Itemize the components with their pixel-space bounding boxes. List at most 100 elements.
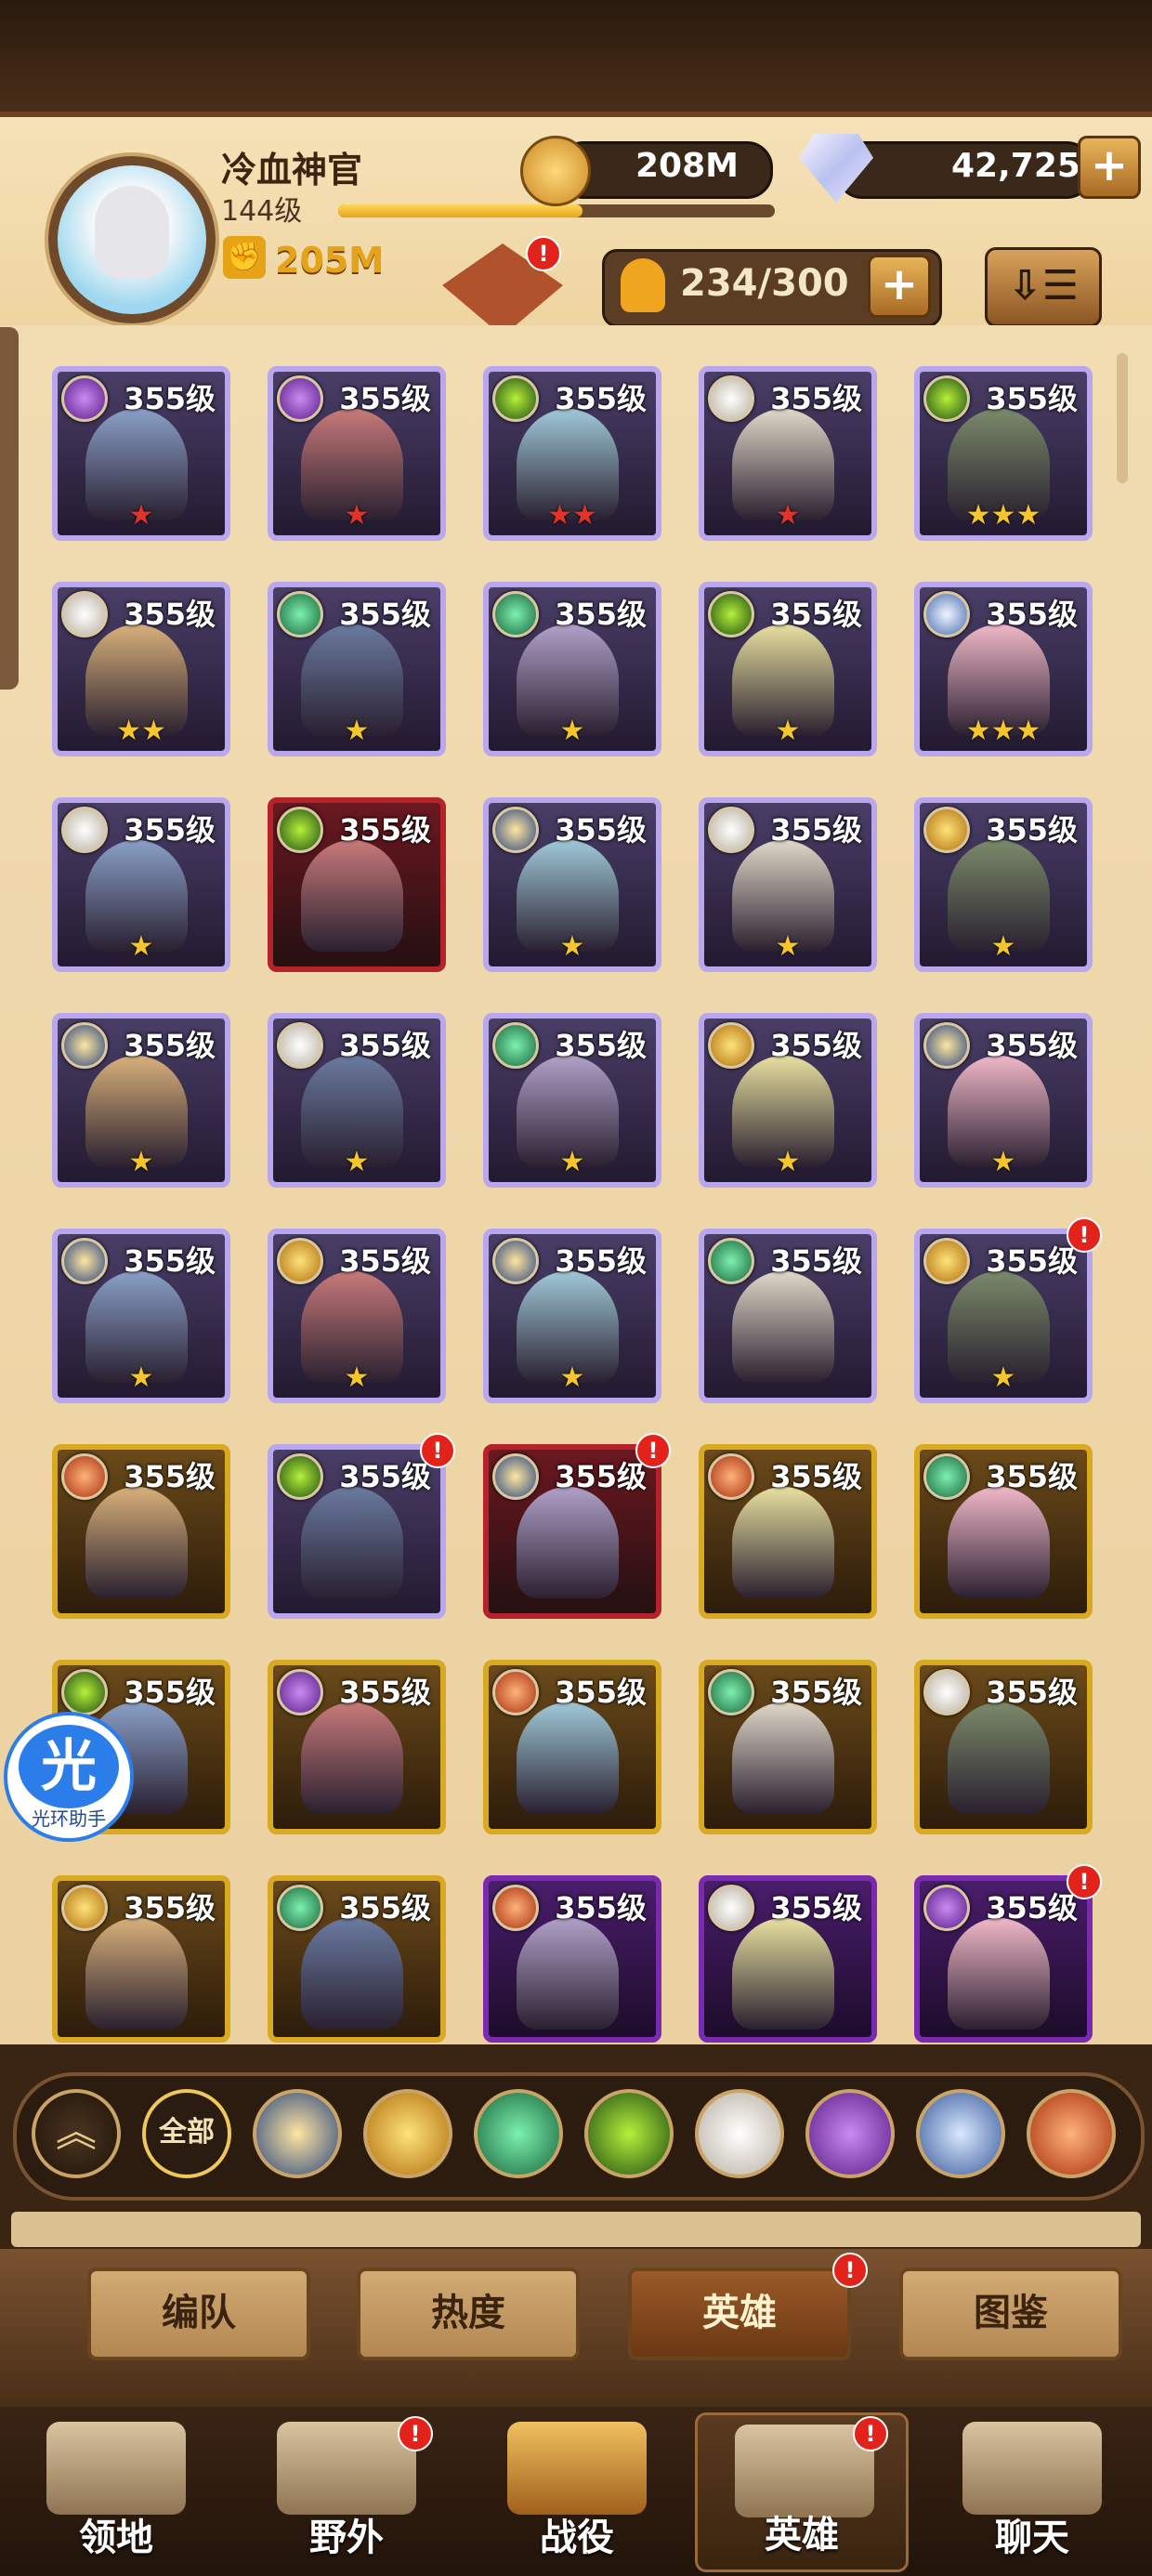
faction-icon xyxy=(492,1022,539,1069)
hero-card[interactable]: 355级 ★ xyxy=(268,1013,446,1188)
player-level: 144级 xyxy=(221,195,303,228)
sub-tab-4[interactable]: 图鉴 xyxy=(899,2267,1122,2360)
side-drawer-handle[interactable] xyxy=(0,327,19,690)
hero-card[interactable]: 355级 ★★★ xyxy=(914,582,1093,756)
hero-card[interactable]: 355级 xyxy=(268,1660,446,1834)
nav-item-3[interactable]: 战役 xyxy=(470,2412,684,2572)
hero-card[interactable]: 355级 ★★ xyxy=(483,366,661,541)
hero-card[interactable]: 355级 ★ xyxy=(699,797,877,972)
sort-button[interactable]: ⇩☰ xyxy=(985,247,1102,327)
experience-bar-fill xyxy=(338,204,583,217)
hero-card[interactable]: 355级 ★ xyxy=(483,797,661,972)
hero-card[interactable]: 355级 ★ xyxy=(914,797,1093,972)
hero-level: 355级 xyxy=(770,1459,862,1494)
mauler-icon[interactable] xyxy=(363,2089,452,2178)
hero-stars: ★★ xyxy=(116,715,166,747)
hero-level: 355级 xyxy=(555,1675,647,1710)
hero-card[interactable]: 355级 xyxy=(483,1875,661,2043)
hero-stars: ★★★ xyxy=(965,715,1041,747)
combat-power: 205M xyxy=(275,240,385,281)
hero-card[interactable]: 355级 xyxy=(699,1875,877,2043)
hero-card[interactable]: 355级 xyxy=(914,1660,1093,1834)
hero-card[interactable]: 355级 xyxy=(483,1660,661,1834)
hero-card[interactable]: 355级 xyxy=(52,1875,230,2043)
faction-icon xyxy=(708,591,754,637)
nav-item-5[interactable]: 聊天 xyxy=(925,2412,1139,2572)
faction-icon xyxy=(492,1453,539,1500)
hero-card[interactable]: 355级 xyxy=(268,1444,446,1619)
hero-stars: ★ xyxy=(990,930,1016,963)
flame-icon[interactable] xyxy=(1027,2089,1116,2178)
hero-stars: ★★★ xyxy=(965,499,1041,532)
faction-icon xyxy=(492,1238,539,1284)
hero-card[interactable]: 355级 ★★★ xyxy=(914,366,1093,541)
hero-card[interactable]: 355级 xyxy=(52,1444,230,1619)
hero-stars: ★ xyxy=(344,1146,370,1178)
rank-up-icon[interactable]: ︽ xyxy=(32,2089,121,2178)
hero-card[interactable]: 355级 ★ xyxy=(699,582,877,756)
hero-card[interactable]: 355级 xyxy=(699,1229,877,1403)
faction-icon xyxy=(708,375,754,422)
hero-card[interactable]: 355级 ★ xyxy=(52,1229,230,1403)
hero-level: 355级 xyxy=(770,1028,862,1063)
hero-card[interactable]: 355级 xyxy=(914,1444,1093,1619)
hero-card[interactable]: 355级 xyxy=(699,1444,877,1619)
add-diamonds-button[interactable]: + xyxy=(1078,136,1141,199)
hero-card[interactable]: 355级 xyxy=(268,1875,446,2043)
hero-portrait xyxy=(517,1487,619,1598)
hero-card[interactable]: 355级 ★ xyxy=(699,1013,877,1188)
hero-level: 355级 xyxy=(339,1028,431,1063)
hero-stars: ★ xyxy=(128,930,154,963)
hero-card[interactable]: 355级 ★ xyxy=(52,1013,230,1188)
filter-all-button[interactable]: 全部 xyxy=(142,2089,231,2178)
grid-scrollbar[interactable] xyxy=(1117,353,1128,483)
sub-tab-3[interactable]: 英雄 xyxy=(628,2267,851,2360)
hero-card[interactable]: 355级 ★ xyxy=(914,1013,1093,1188)
fist-power-icon: ✊ xyxy=(223,236,266,279)
hero-card[interactable]: 355级 ★ xyxy=(268,582,446,756)
floating-assistant-button[interactable]: 光 光环助手 xyxy=(4,1712,134,1842)
faction-icon xyxy=(61,591,108,637)
hero-level: 355级 xyxy=(339,812,431,848)
hero-card[interactable]: 355级 xyxy=(483,1444,661,1619)
hero-card[interactable]: 355级 ★ xyxy=(268,366,446,541)
hero-card[interactable]: 355级 xyxy=(268,797,446,972)
sub-tab-1[interactable]: 编队 xyxy=(87,2267,310,2360)
sub-tab-2[interactable]: 热度 xyxy=(357,2267,580,2360)
hero-card[interactable]: 355级 ★ xyxy=(483,1229,661,1403)
nav-item-1[interactable]: 领地 xyxy=(9,2412,223,2572)
hypogean-icon[interactable] xyxy=(805,2089,895,2178)
hero-portrait xyxy=(948,1702,1050,1814)
hero-level: 355级 xyxy=(339,1675,431,1710)
player-avatar[interactable] xyxy=(48,156,216,323)
wilder-icon[interactable] xyxy=(474,2089,563,2178)
dimensional-icon[interactable] xyxy=(916,2089,1005,2178)
hero-card[interactable]: 355级 ★★ xyxy=(52,582,230,756)
graveborn-icon[interactable] xyxy=(584,2089,674,2178)
hero-count: 234/300 xyxy=(680,262,849,305)
hero-portrait xyxy=(732,1271,834,1383)
hero-stars: ★ xyxy=(775,1146,801,1178)
hero-card[interactable]: 355级 ★ xyxy=(914,1229,1093,1403)
faction-icon xyxy=(277,1022,323,1069)
hero-card[interactable]: 355级 ★ xyxy=(268,1229,446,1403)
hero-card[interactable]: 355级 ★ xyxy=(52,797,230,972)
hero-level: 355级 xyxy=(555,1028,647,1063)
hero-card[interactable]: 355级 ★ xyxy=(483,1013,661,1188)
hero-level: 355级 xyxy=(555,812,647,848)
emblem-alert-badge: ! xyxy=(526,236,561,271)
hero-card[interactable]: 355级 ★ xyxy=(483,582,661,756)
gold-amount: 208M xyxy=(635,147,739,185)
hero-card[interactable]: 355级 xyxy=(699,1660,877,1834)
celestial-icon[interactable] xyxy=(695,2089,784,2178)
lightbearer-icon[interactable] xyxy=(253,2089,342,2178)
faction-icon xyxy=(923,1238,970,1284)
faction-icon xyxy=(492,375,539,422)
hero-card[interactable]: 355级 ★ xyxy=(52,366,230,541)
hero-portrait xyxy=(301,840,403,952)
hero-card[interactable]: 355级 ★ xyxy=(699,366,877,541)
hero-card[interactable]: 355级 xyxy=(914,1875,1093,2043)
hero-level: 355级 xyxy=(986,1890,1078,1925)
expand-roster-button[interactable]: + xyxy=(868,255,931,318)
hero-level: 355级 xyxy=(770,812,862,848)
